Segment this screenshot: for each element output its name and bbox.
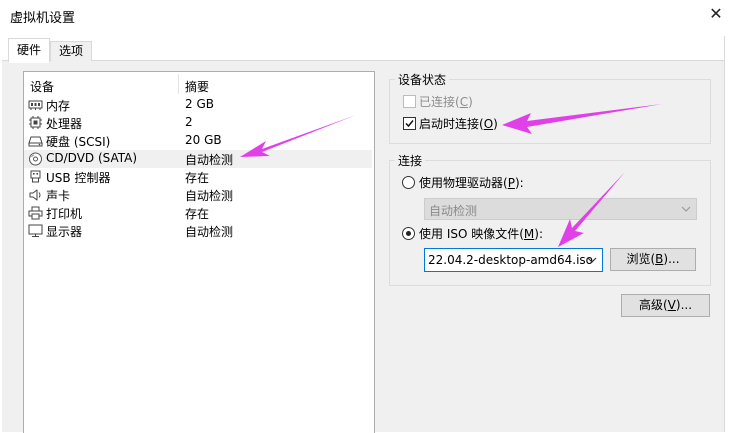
device-row-memory[interactable]: 内存 2 GB [24, 96, 372, 114]
device-name: 内存 [46, 99, 71, 113]
device-row-sound-card[interactable]: 声卡 自动检测 [24, 186, 372, 204]
device-row-usb[interactable]: USB 控制器 存在 [24, 168, 372, 186]
device-status-group [389, 79, 711, 144]
connected-checkbox[interactable]: 已连接(C) [401, 93, 511, 109]
device-name: 显示器 [46, 225, 83, 239]
iso-image-label: 使用 ISO 映像文件(M): [419, 227, 544, 241]
device-status-title: 设备状态 [395, 71, 450, 88]
hard-disk-icon [28, 136, 43, 147]
tab-options[interactable]: 选项 [50, 41, 92, 61]
device-row-monitor[interactable]: 显示器 自动检测 [24, 222, 372, 240]
checkbox-box [403, 95, 416, 108]
tab-strip-divider [2, 60, 724, 61]
title-bar [0, 0, 732, 30]
device-summary: 存在 [185, 207, 210, 221]
advanced-button[interactable]: 高级(V)... [621, 294, 710, 317]
device-row-printer[interactable]: 打印机 存在 [24, 204, 372, 222]
device-name: 打印机 [46, 207, 83, 221]
column-divider [178, 74, 179, 94]
column-header-summary[interactable]: 摘要 [185, 78, 209, 95]
iso-path-value: 22.04.2-desktop-amd64.iso [428, 253, 593, 267]
window-border [724, 36, 725, 432]
checkbox-box [403, 117, 416, 130]
device-row-hard-disk[interactable]: 硬盘 (SCSI) 20 GB [24, 132, 372, 150]
iso-path-combobox[interactable]: 22.04.2-desktop-amd64.iso [424, 248, 603, 272]
chevron-down-icon[interactable] [587, 256, 597, 264]
usb-icon [30, 170, 41, 183]
cd-dvd-icon [29, 152, 42, 166]
column-header-device[interactable]: 设备 [30, 78, 54, 95]
connection-title: 连接 [395, 152, 426, 169]
connect-at-power-on-checkbox[interactable]: 启动时连接(O) [401, 115, 511, 131]
device-summary: 自动检测 [185, 225, 234, 239]
speaker-icon [29, 189, 41, 201]
memory-icon [28, 100, 43, 110]
device-row-processor[interactable]: 处理器 2 [24, 114, 372, 132]
device-name: 声卡 [46, 189, 71, 203]
physical-drive-radio[interactable]: 使用物理驱动器(P): [401, 174, 541, 190]
connected-label: 已连接(C) [419, 95, 473, 109]
physical-drive-value: 自动检测 [429, 204, 478, 218]
chevron-down-icon [681, 206, 691, 212]
device-summary: 自动检测 [185, 153, 234, 167]
device-summary: 自动检测 [185, 189, 234, 203]
radio-circle [402, 227, 415, 240]
check-mark-icon [405, 120, 414, 128]
device-name: CD/DVD (SATA) [46, 151, 138, 165]
window-title: 虚拟机设置 [10, 11, 76, 26]
device-row-cd-dvd[interactable]: CD/DVD (SATA) 自动检测 [24, 150, 372, 168]
device-summary: 存在 [185, 171, 210, 185]
browse-button[interactable]: 浏览(B)... [610, 248, 696, 271]
monitor-icon [28, 224, 43, 237]
iso-image-radio[interactable]: 使用 ISO 映像文件(M): [401, 225, 551, 241]
printer-icon [28, 206, 43, 220]
tab-hardware[interactable]: 硬件 [8, 38, 50, 63]
close-icon[interactable]: ✕ [706, 4, 726, 24]
radio-circle [402, 176, 415, 189]
device-summary: 2 [185, 115, 193, 129]
processor-icon [29, 116, 42, 129]
physical-drive-label: 使用物理驱动器(P): [419, 176, 524, 190]
device-name: USB 控制器 [46, 171, 111, 185]
device-name: 处理器 [46, 117, 83, 131]
device-name: 硬盘 (SCSI) [46, 135, 111, 149]
physical-drive-dropdown[interactable]: 自动检测 [424, 198, 697, 220]
connect-at-power-on-label: 启动时连接(O) [419, 117, 498, 131]
device-summary: 2 GB [185, 97, 214, 111]
device-summary: 20 GB [185, 133, 222, 147]
